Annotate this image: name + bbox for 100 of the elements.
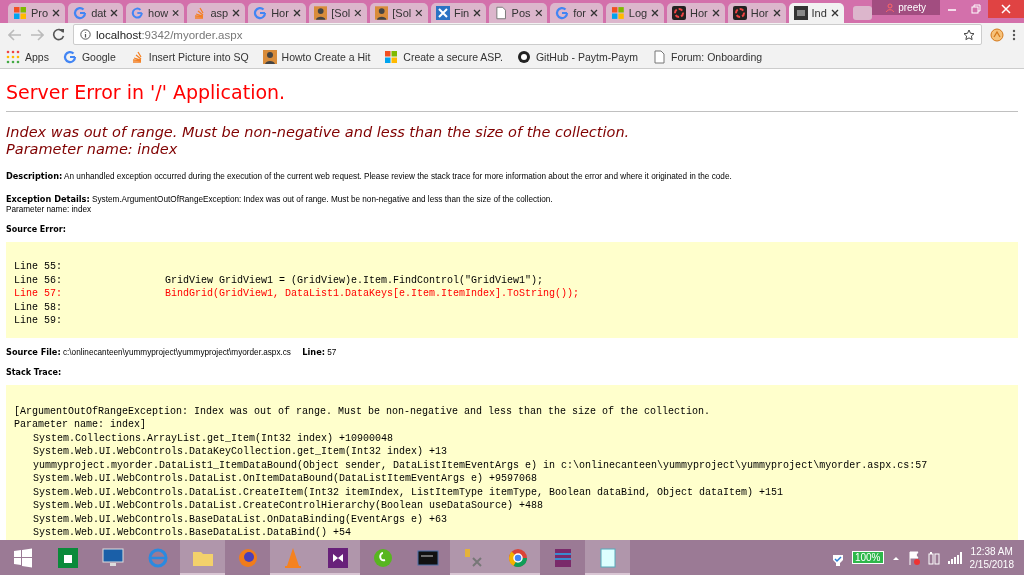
caret-icon[interactable] xyxy=(891,554,900,561)
browser-tab[interactable]: Hor xyxy=(248,3,306,23)
exception-details-text: Exception Details: System.ArgumentOutOfRangeException: Index was out of range. Must be non-negative and less than the size of the collection. xyxy=(6,194,554,205)
error-message: Index was out of range. Must be non-negative and less than the size of the collection. xyxy=(6,124,631,141)
avatar-icon xyxy=(262,50,277,64)
four-panes-icon[interactable] xyxy=(12,547,33,568)
browser-tab[interactable]: asp xyxy=(187,3,246,23)
shopping-bag-icon xyxy=(55,545,80,570)
stack-trace-line: System.Web.UI.WebControls.DataList.CreateItem(Int32 itemIndex, ListItemType itemType, Boolean dataBind, Object dataItem) +151 xyxy=(32,485,785,499)
code-line: GridView GridView1 = (GridView)e.Item.FindControl("GridView1"); xyxy=(165,273,545,287)
bookmark-link[interactable]: Forum: Onboarding xyxy=(652,50,763,64)
close-icon[interactable] xyxy=(52,9,61,17)
line-number: Line 57: xyxy=(14,287,63,301)
close-icon[interactable] xyxy=(590,9,599,17)
bookmark-link[interactable]: Create a secure ASP. xyxy=(384,50,503,64)
letter-g-icon xyxy=(253,6,268,20)
apps-grid-icon xyxy=(6,50,20,64)
signal-icon[interactable] xyxy=(947,551,962,564)
browser-tab[interactable]: how xyxy=(126,3,185,23)
four-squares-icon xyxy=(13,6,27,20)
browser-tab[interactable]: for xyxy=(550,3,604,23)
close-icon[interactable] xyxy=(110,9,119,17)
line-number: Line 58: xyxy=(14,300,63,314)
avatar-icon xyxy=(313,6,328,20)
browser-tab[interactable]: Hor xyxy=(727,3,786,23)
close-icon[interactable] xyxy=(772,9,781,17)
stack-trace-line: System.Web.UI.WebControls.BaseDataList.OnDataBinding(EventArgs e) +63 xyxy=(32,512,449,526)
swirl-icon xyxy=(732,6,747,20)
stack-trace-line: System.Web.UI.WebControls.DataKeyCollection.get_Item(Int32 index) +13 xyxy=(32,445,449,459)
browser-tab[interactable]: Log xyxy=(606,3,665,23)
page-heading: Server Error in '/' Application. xyxy=(6,81,287,103)
url-text: localhost:9342/myorder.aspx xyxy=(96,28,243,41)
profile-button[interactable]: preety xyxy=(872,0,940,15)
star-icon[interactable] xyxy=(963,28,975,41)
close-icon[interactable] xyxy=(232,9,241,17)
infinity-tile-icon xyxy=(325,545,350,570)
browser-tab[interactable]: Fin xyxy=(430,3,487,23)
browser-tab[interactable]: Pos xyxy=(489,3,548,23)
line-number: Line 56: xyxy=(14,273,63,287)
document-icon xyxy=(652,50,667,64)
taskbar-app[interactable] xyxy=(315,540,360,575)
letter-g-icon xyxy=(555,6,570,20)
close-icon[interactable] xyxy=(830,9,839,17)
bookmark-link[interactable]: GitHub - Paytm-Paym xyxy=(516,50,639,64)
stack-trace-line: [ArgumentOutOfRangeException: Index was out of range. Must be non-negative and less than the size of the collection. xyxy=(14,404,712,418)
clock-date[interactable]: 2/15/2018 xyxy=(969,557,1014,571)
browser-tab[interactable]: Ind xyxy=(788,3,844,23)
browser-tab[interactable]: Pro xyxy=(8,3,66,23)
menu-icon[interactable] xyxy=(1012,28,1016,41)
close-icon[interactable] xyxy=(473,9,482,17)
code-line: BindGrid(GridView1, DataList1.DataKeys[e.Item.ItemIndex].ToString()); xyxy=(165,287,581,301)
stack-trace-line: yummyproject.myorder.DataList1_ItemDataBound(Object sender, DataListItemEventArgs e) in c:\onlinecanteen\yummyproject\yummyproject\myorder.aspx.cs:57 xyxy=(32,458,929,472)
browser-tab[interactable]: Hor xyxy=(667,3,725,23)
letter-g-icon xyxy=(62,50,77,64)
bookmark-link[interactable]: Google xyxy=(62,50,116,64)
close-window-button[interactable] xyxy=(988,0,1024,18)
bookmark-link[interactable]: Insert Picture into SQ xyxy=(129,50,249,64)
close-icon[interactable] xyxy=(354,9,362,17)
four-squares-icon xyxy=(384,50,399,64)
section-label: Source Error: xyxy=(6,225,67,235)
stack-trace-line: System.Web.UI.WebControls.DataList.CreateControlHierarchy(Boolean useDataSource) +488 xyxy=(32,499,545,513)
restore-icon xyxy=(971,4,982,14)
clock-time[interactable]: 12:38 AM xyxy=(970,544,1013,558)
close-icon[interactable] xyxy=(534,9,543,17)
square-logo-icon xyxy=(793,6,808,20)
description-text: Description: An unhandled exception occurred during the execution of the current web request. Please review the stack trace for more information about the error and where it originated in the code. xyxy=(6,171,733,182)
phone-icon[interactable] xyxy=(927,550,940,565)
close-icon[interactable] xyxy=(415,9,423,17)
new-tab-button[interactable] xyxy=(852,6,873,20)
close-icon[interactable] xyxy=(292,9,301,17)
flag-icon[interactable] xyxy=(907,550,920,565)
browser-tab[interactable]: [Sol xyxy=(369,3,428,23)
close-icon xyxy=(1001,4,1012,14)
line-number: Line 55: xyxy=(14,260,63,274)
line-number: Line 59: xyxy=(14,314,63,328)
exception-details-text: Parameter name: index xyxy=(6,205,93,215)
stack-trace-line: System.Collections.ArrayList.get_Item(Int32 index) +10900048 xyxy=(32,431,395,445)
close-icon[interactable] xyxy=(172,9,180,17)
reload-icon[interactable] xyxy=(52,28,65,41)
avatar-icon xyxy=(374,6,389,20)
info-icon xyxy=(80,29,91,40)
bookmark-link[interactable]: Apps xyxy=(6,50,49,64)
cross-tile-icon xyxy=(435,6,450,20)
close-icon[interactable] xyxy=(711,9,720,17)
extension-icon[interactable] xyxy=(990,27,1004,42)
browser-tab[interactable]: [Sol xyxy=(308,3,367,23)
browser-tab[interactable]: dat xyxy=(68,3,124,23)
address-bar[interactable]: localhost:9342/myorder.aspx xyxy=(73,24,982,45)
bookmark-link[interactable]: Howto Create a Hit xyxy=(262,50,371,64)
stack-trace-line: System.Web.UI.WebControls.BaseDataList.DataBind() +54 xyxy=(32,526,353,540)
letter-g-icon xyxy=(131,6,145,20)
section-label: Stack Trace: xyxy=(6,367,63,378)
close-icon[interactable] xyxy=(651,9,660,17)
four-squares-icon xyxy=(611,6,625,20)
letter-g-icon xyxy=(73,6,88,20)
person-icon xyxy=(886,3,895,12)
error-message: Parameter name: index xyxy=(6,141,179,158)
swirl-icon xyxy=(672,6,687,20)
source-file-text: Source File: c:\onlinecanteen\yummyproject\yummyproject\myorder.aspx.cs Line: 57 xyxy=(6,346,338,358)
stack-trace-line: System.Web.UI.WebControls.DataList.OnItemDataBound(DataListItemEventArgs e) +9597068 xyxy=(32,472,539,486)
